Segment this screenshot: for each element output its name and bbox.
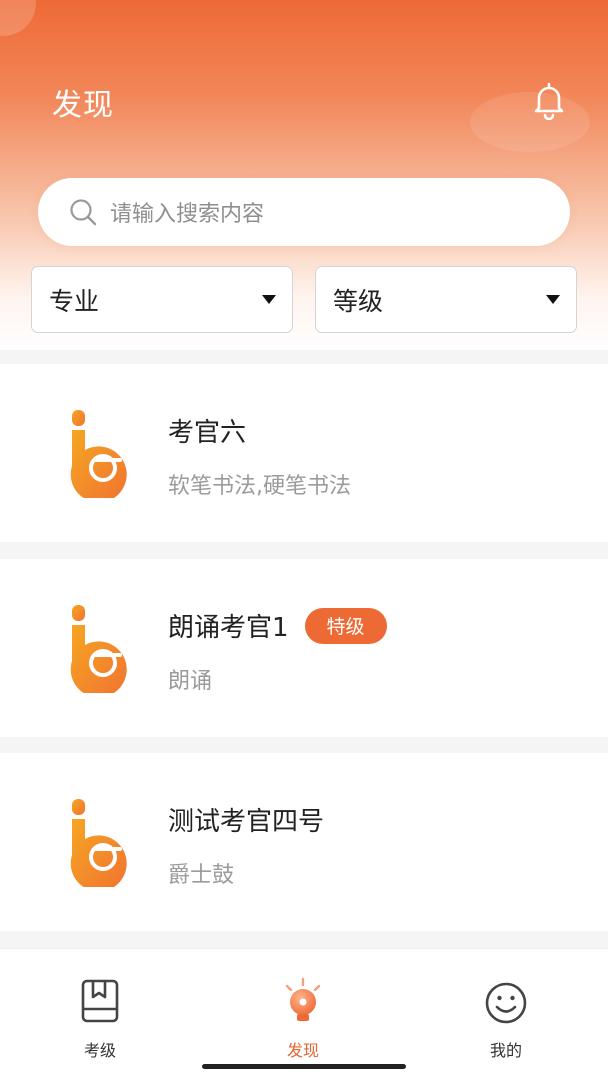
examiner-card[interactable]: 考官六 软笔书法,硬笔书法 <box>0 364 608 542</box>
examiner-subjects: 朗诵 <box>168 669 213 694</box>
examiner-card[interactable]: 测试考官四号 爵士鼓 <box>0 753 608 931</box>
caret-down-icon <box>546 295 560 304</box>
level-badge: 特级 <box>304 607 387 644</box>
major-filter-label: 专业 <box>49 286 100 316</box>
level-filter-label: 等级 <box>333 286 384 316</box>
examiner-name: 朗诵考官1 <box>168 613 289 643</box>
examiner-name-row: 考官六 <box>168 412 246 449</box>
tab-mine[interactable]: 我的 <box>446 949 566 1080</box>
tab-discover[interactable]: 发现 <box>243 949 363 1080</box>
search-placeholder: 请输入搜索内容 <box>110 202 265 227</box>
tab-exam[interactable]: 考级 <box>40 949 160 1080</box>
decorative-circle <box>0 0 36 36</box>
page-title: 发现 <box>52 88 114 123</box>
bottom-tab-bar: 考级 发现 我的 <box>0 948 608 1080</box>
caret-down-icon <box>262 295 276 304</box>
bulb-icon <box>285 977 321 1021</box>
examiner-card[interactable]: 朗诵考官1 特级 朗诵 <box>0 559 608 737</box>
level-filter-dropdown[interactable]: 等级 <box>315 266 577 333</box>
tab-discover-label: 发现 <box>286 1041 319 1060</box>
book-icon <box>81 979 119 1023</box>
search-icon <box>70 199 97 226</box>
tab-mine-label: 我的 <box>489 1041 522 1060</box>
search-input[interactable]: 请输入搜索内容 <box>38 178 570 246</box>
major-filter-dropdown[interactable]: 专业 <box>31 266 293 333</box>
examiner-name-row: 朗诵考官1 特级 <box>168 607 387 644</box>
examiner-logo-icon <box>70 605 127 693</box>
examiner-name-row: 测试考官四号 <box>168 801 324 838</box>
examiner-subjects: 软笔书法,硬笔书法 <box>168 474 351 499</box>
examiner-logo-icon <box>70 799 127 887</box>
examiner-name: 考官六 <box>168 418 247 448</box>
tab-exam-label: 考级 <box>83 1041 116 1060</box>
smiley-icon <box>485 982 527 1024</box>
examiner-logo-icon <box>70 410 127 498</box>
home-indicator[interactable] <box>202 1064 406 1069</box>
examiner-subjects: 爵士鼓 <box>168 863 235 888</box>
bell-icon[interactable] <box>530 80 568 121</box>
examiner-name: 测试考官四号 <box>168 807 325 837</box>
